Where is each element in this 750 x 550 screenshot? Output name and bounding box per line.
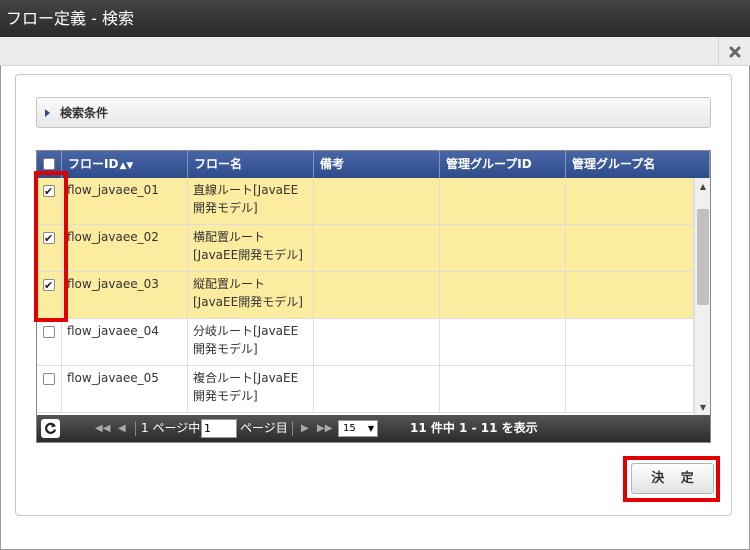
rows-per-page-select[interactable]: 15 ▼	[338, 420, 378, 437]
table-row[interactable]: flow_javaee_03 縦配置ルート[JavaEE開発モデル]	[37, 272, 694, 319]
row-checkbox[interactable]	[43, 326, 55, 338]
group-name-cell	[566, 366, 694, 412]
search-conditions-toggle[interactable]: 検索条件	[36, 97, 711, 128]
grid-header: フローID▲▼ フロー名 備考 管理グループID 管理グループ名	[37, 151, 710, 178]
table-row[interactable]: flow_javaee_04 分岐ルート[JavaEE開発モデル]	[37, 319, 694, 366]
flow-id-cell: flow_javaee_01	[62, 178, 188, 224]
pager-separator	[135, 421, 136, 436]
note-cell	[314, 178, 440, 224]
refresh-icon	[45, 422, 57, 434]
decide-button[interactable]: 決 定	[631, 463, 714, 494]
flow-id-cell: flow_javaee_04	[62, 319, 188, 365]
refresh-button[interactable]	[41, 419, 60, 438]
select-all-checkbox[interactable]	[43, 158, 55, 170]
note-cell	[314, 272, 440, 318]
search-conditions-label: 検索条件	[60, 106, 109, 120]
close-button[interactable]	[718, 37, 750, 66]
dialog-toolbar	[0, 37, 750, 66]
row-checkbox[interactable]	[43, 277, 55, 295]
window-title: フロー定義 - 検索	[0, 0, 750, 37]
flow-name-cell: 横配置ルート[JavaEE開発モデル]	[188, 225, 314, 271]
group-id-cell	[440, 225, 566, 271]
scroll-thumb[interactable]	[697, 209, 709, 305]
flow-name-cell: 分岐ルート[JavaEE開発モデル]	[188, 319, 314, 365]
close-icon	[729, 46, 740, 57]
group-id-cell	[440, 178, 566, 224]
prev-page-icon[interactable]: ◀	[118, 415, 126, 442]
record-summary: 11 件中 1 - 11 を表示	[410, 421, 538, 435]
last-page-icon[interactable]: ▶▶	[317, 415, 332, 442]
column-header-flow-id[interactable]: フローID▲▼	[62, 151, 188, 178]
flow-id-cell: flow_javaee_05	[62, 366, 188, 412]
first-page-icon[interactable]: ◀◀	[95, 415, 110, 442]
table-row[interactable]: flow_javaee_05 複合ルート[JavaEE開発モデル]	[37, 366, 694, 413]
flow-name-cell: 複合ルート[JavaEE開発モデル]	[188, 366, 314, 412]
group-id-cell	[440, 319, 566, 365]
sort-icon: ▲▼	[119, 161, 134, 171]
column-header-note[interactable]: 備考	[314, 151, 440, 178]
expand-triangle-icon	[45, 108, 50, 117]
table-row[interactable]: flow_javaee_01 直線ルート[JavaEE開発モデル]	[37, 178, 694, 225]
page-suffix-label: ページ目	[240, 421, 288, 435]
select-all-cell	[37, 151, 62, 178]
row-checkbox[interactable]	[43, 373, 55, 385]
scroll-down-icon[interactable]: ▼	[695, 399, 710, 415]
table-row[interactable]: flow_javaee_02 横配置ルート[JavaEE開発モデル]	[37, 225, 694, 272]
flow-id-cell: flow_javaee_02	[62, 225, 188, 271]
note-cell	[314, 366, 440, 412]
flow-name-cell: 直線ルート[JavaEE開発モデル]	[188, 178, 314, 224]
row-checkbox[interactable]	[43, 230, 55, 248]
group-id-cell	[440, 366, 566, 412]
next-page-icon[interactable]: ▶	[301, 415, 309, 442]
scroll-up-icon[interactable]: ▲	[695, 178, 710, 194]
flow-name-cell: 縦配置ルート[JavaEE開発モデル]	[188, 272, 314, 318]
group-id-cell	[440, 272, 566, 318]
row-checkbox[interactable]	[43, 183, 55, 201]
group-name-cell	[566, 225, 694, 271]
group-name-cell	[566, 319, 694, 365]
flow-grid: フローID▲▼ フロー名 備考 管理グループID 管理グループ名 flow_ja…	[36, 150, 711, 443]
column-header-flow-name[interactable]: フロー名	[188, 151, 314, 178]
rows-per-page-value: 15	[343, 423, 356, 434]
grid-rows: flow_javaee_01 直線ルート[JavaEE開発モデル] flow_j…	[37, 178, 694, 415]
column-label-flow-id: フローID	[68, 157, 119, 171]
pager-separator	[292, 421, 293, 436]
note-cell	[314, 319, 440, 365]
total-pages-label: 1 ページ中	[141, 421, 201, 435]
group-name-cell	[566, 272, 694, 318]
column-header-group-name[interactable]: 管理グループ名	[566, 151, 710, 178]
vertical-scrollbar[interactable]: ▲ ▼	[694, 178, 710, 415]
column-header-group-id[interactable]: 管理グループID	[440, 151, 566, 178]
group-name-cell	[566, 178, 694, 224]
note-cell	[314, 225, 440, 271]
flow-id-cell: flow_javaee_03	[62, 272, 188, 318]
page-number-input[interactable]: 1	[201, 419, 237, 438]
chevron-down-icon: ▼	[367, 424, 374, 433]
pager: ◀◀ ◀ 1 ページ中 1 ページ目 ▶ ▶▶ 15 ▼ 11 件中 1 - 1…	[37, 415, 710, 442]
